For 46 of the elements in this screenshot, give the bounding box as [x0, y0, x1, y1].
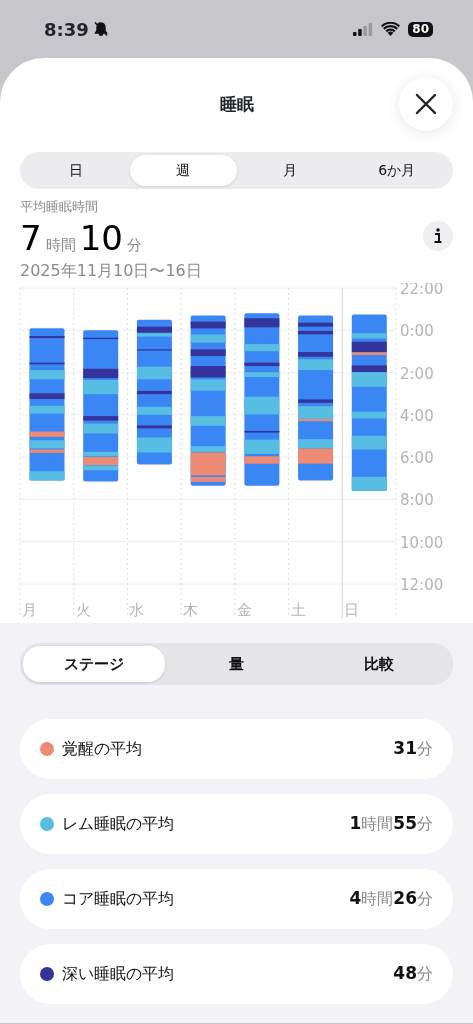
- battery-icon: 80: [408, 21, 433, 37]
- axis-label: 22:00: [400, 282, 444, 298]
- stage-label: 覚醒の平均: [62, 738, 142, 760]
- status-time: 8:39: [44, 17, 89, 42]
- stage-card[interactable]: レム睡眠の平均 1時間55分: [20, 794, 453, 854]
- stage-duration: 31分: [393, 737, 433, 761]
- stage-duration: 48分: [393, 962, 433, 986]
- axis-label: 12:00: [400, 575, 444, 594]
- axis-label: 0:00: [400, 321, 434, 340]
- stage-label: レム睡眠の平均: [62, 813, 174, 835]
- day-label: 火: [75, 600, 91, 619]
- day-label: 水: [129, 600, 145, 619]
- day-label: 木: [183, 600, 199, 619]
- view-tab[interactable]: 比較: [307, 645, 450, 682]
- stage-card[interactable]: コア睡眠の平均 4時間26分: [20, 869, 453, 929]
- stage-label: コア睡眠の平均: [62, 888, 174, 910]
- day-label: 土: [290, 600, 306, 619]
- wifi-icon: [381, 22, 401, 36]
- day-label: 月: [22, 600, 37, 619]
- view-tab[interactable]: 量: [165, 645, 308, 682]
- axis-label: 10:00: [400, 533, 444, 552]
- stage-card[interactable]: 覚醒の平均 31分: [20, 719, 453, 779]
- period-tab[interactable]: 月: [236, 155, 344, 186]
- stage-duration: 1時間55分: [349, 812, 433, 836]
- axis-label: 4:00: [400, 406, 434, 425]
- summary-label: 平均睡眠時間: [20, 198, 99, 216]
- day-label: 日: [344, 600, 360, 619]
- stage-card[interactable]: 深い睡眠の平均 48分: [20, 944, 453, 1004]
- axis-label: 2:00: [400, 364, 434, 383]
- view-tab[interactable]: ステージ: [23, 645, 166, 682]
- axis-label: 6:00: [400, 448, 434, 467]
- bell-slash-icon: [92, 21, 109, 37]
- stage-duration: 4時間26分: [349, 887, 433, 911]
- info-button[interactable]: [423, 221, 453, 251]
- day-label: 金: [236, 600, 252, 619]
- axis-label: 8:00: [400, 490, 434, 509]
- period-tab[interactable]: 週: [129, 155, 237, 186]
- close-icon: [415, 93, 437, 115]
- date-range: 2025年11月10日〜16日: [20, 259, 202, 282]
- signal-icon: [353, 22, 374, 36]
- stage-label: 深い睡眠の平均: [62, 963, 174, 985]
- period-tab[interactable]: 6か月: [343, 155, 450, 186]
- average-duration: 7 時間 10 分: [20, 220, 143, 255]
- sheet-title: 睡眠: [219, 93, 254, 117]
- info-icon: [433, 228, 443, 244]
- period-tab[interactable]: 日: [23, 155, 130, 186]
